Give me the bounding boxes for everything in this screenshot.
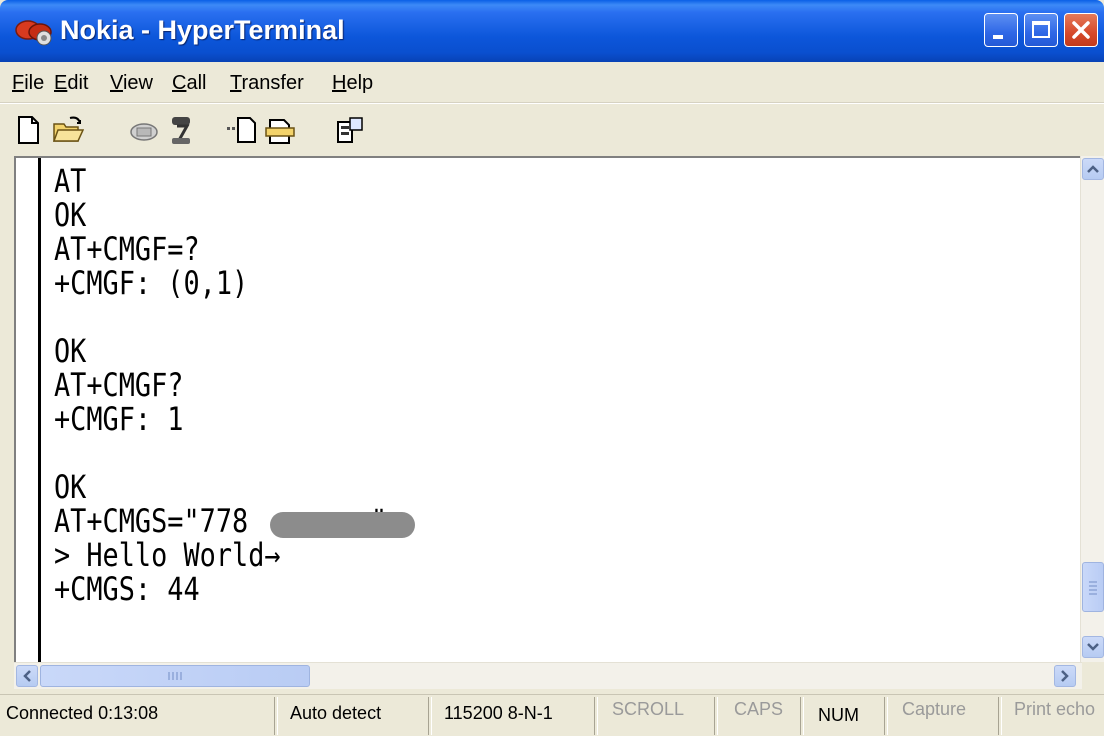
menu-view[interactable]: View xyxy=(110,72,153,95)
new-icon[interactable] xyxy=(12,114,44,146)
status-scroll: SCROLL xyxy=(612,699,685,719)
terminal-line: AT+CMGF? xyxy=(54,366,184,404)
status-connected-time: Connected 0:13:08 xyxy=(6,703,159,723)
chevron-down-icon xyxy=(1087,643,1099,651)
properties-icon[interactable] xyxy=(334,114,366,146)
terminal-line: +CMGS: 44 xyxy=(54,570,200,608)
terminal-line: +CMGF: (0,1) xyxy=(54,264,249,302)
terminal-line-phone-text: AT+CMGS="778 xyxy=(54,502,249,540)
terminal-line: AT+CMGF=? xyxy=(54,230,200,268)
terminal-line: +CMGF: 1 xyxy=(54,400,184,438)
chevron-left-icon xyxy=(23,670,31,682)
minimize-icon xyxy=(993,35,1003,39)
send-icon[interactable] xyxy=(226,114,258,146)
status-port-settings: 115200 8-N-1 xyxy=(444,703,553,723)
vertical-scroll-thumb[interactable] xyxy=(1082,562,1104,612)
menu-help[interactable]: Help xyxy=(332,72,373,95)
menu-transfer[interactable]: Transfer xyxy=(230,72,304,95)
terminal-line: > Hello World→ xyxy=(54,536,281,574)
grip-icon xyxy=(1089,581,1097,595)
status-separator xyxy=(714,697,718,735)
chevron-up-icon xyxy=(1087,165,1099,173)
scroll-up-button[interactable] xyxy=(1082,158,1104,180)
scroll-down-button[interactable] xyxy=(1082,636,1104,658)
horizontal-scroll-thumb[interactable] xyxy=(40,665,310,687)
terminal-line: AT xyxy=(54,162,87,200)
toolbar xyxy=(0,103,1104,154)
maximize-icon xyxy=(1032,21,1050,38)
status-print-echo: Print echo xyxy=(1014,699,1096,719)
chevron-right-icon xyxy=(1061,670,1069,682)
menu-bar: File Edit View Call Transfer Help xyxy=(0,62,1104,103)
window-title: Nokia - HyperTerminal xyxy=(60,15,345,45)
status-separator xyxy=(274,697,278,735)
menu-edit[interactable]: Edit xyxy=(54,72,88,95)
grip-icon xyxy=(168,672,182,680)
scroll-right-button[interactable] xyxy=(1054,665,1076,687)
terminal-margin-rule xyxy=(38,158,41,662)
status-separator xyxy=(884,697,888,735)
vertical-scrollbar[interactable] xyxy=(1080,156,1104,662)
hangup-icon[interactable] xyxy=(166,114,198,146)
hyperterminal-app-icon xyxy=(15,20,52,46)
receive-icon[interactable] xyxy=(264,114,296,146)
status-separator xyxy=(800,697,804,735)
close-button[interactable] xyxy=(1064,13,1098,47)
status-caps: CAPS xyxy=(734,699,784,719)
status-separator xyxy=(594,697,598,735)
terminal-lines: AT OK AT+CMGF=? +CMGF: (0,1) OK AT+CMGF? +CMGF… xyxy=(54,164,387,606)
menu-call[interactable]: Call xyxy=(172,72,206,95)
status-num: NUM xyxy=(818,705,859,725)
hyperterminal-window: Nokia - HyperTerminal File Edit View Cal… xyxy=(0,0,1104,736)
terminal-line: OK xyxy=(54,196,87,234)
maximize-button[interactable] xyxy=(1024,13,1058,47)
status-capture: Capture xyxy=(902,699,967,719)
redaction-blur xyxy=(270,512,415,538)
status-bar: Connected 0:13:08 Auto detect 115200 8-N… xyxy=(0,694,1104,736)
status-separator xyxy=(428,697,432,735)
menu-file[interactable]: File xyxy=(12,72,44,95)
terminal-line: OK xyxy=(54,332,87,370)
title-bar[interactable]: Nokia - HyperTerminal xyxy=(0,0,1104,62)
open-icon[interactable] xyxy=(52,114,84,146)
disconnect-icon[interactable] xyxy=(128,114,160,146)
scroll-left-button[interactable] xyxy=(16,665,38,687)
status-separator xyxy=(998,697,1002,735)
minimize-button[interactable] xyxy=(984,13,1018,47)
status-emulation: Auto detect xyxy=(290,703,382,723)
close-icon xyxy=(1072,21,1090,39)
terminal-output[interactable]: AT OK AT+CMGF=? +CMGF: (0,1) OK AT+CMGF? +CMGF… xyxy=(14,156,1082,662)
terminal-line: OK xyxy=(54,468,87,506)
horizontal-scrollbar[interactable] xyxy=(14,662,1082,689)
